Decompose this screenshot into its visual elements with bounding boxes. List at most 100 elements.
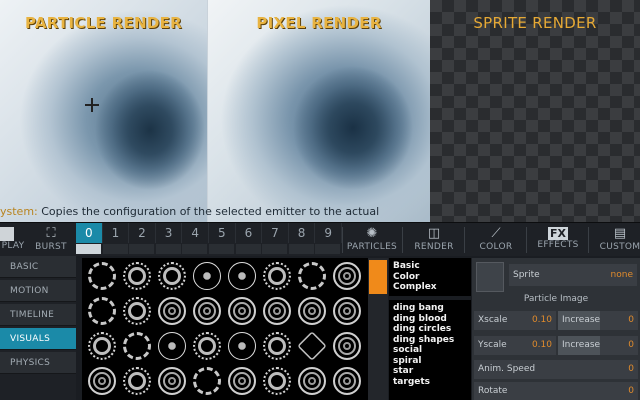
y-increase-field[interactable]: Increase 0 <box>558 336 638 355</box>
emitter-tab-9[interactable]: 9 <box>315 223 342 243</box>
emitter-tab-5[interactable]: 5 <box>209 223 236 243</box>
side-item-timeline[interactable]: TIMELINE <box>0 304 76 326</box>
particle-shape-thumbnail[interactable] <box>298 367 326 395</box>
category-item[interactable]: Complex <box>393 282 467 293</box>
particle-shape-thumbnail[interactable] <box>193 297 221 325</box>
shape-set-item[interactable]: star <box>393 366 467 377</box>
particle-shape-thumbnail[interactable] <box>228 332 256 360</box>
side-item-motion[interactable]: MOTION <box>0 280 76 302</box>
particle-shape-grid[interactable] <box>82 258 368 400</box>
x-increase-field[interactable]: Increase 0 <box>558 311 638 330</box>
particle-shape-thumbnail[interactable] <box>88 297 116 325</box>
burst-button[interactable]: ⛶ BURST <box>30 223 72 257</box>
particle-shape-thumbnail[interactable] <box>297 331 327 361</box>
particle-render-viewport[interactable]: PARTICLE RENDER <box>0 0 207 222</box>
emitter-tab-3[interactable]: 3 <box>156 223 183 243</box>
shape-set-item[interactable]: ding bang <box>393 303 467 314</box>
particle-shape-thumbnail[interactable] <box>158 297 186 325</box>
rotate-field[interactable]: Rotate 0 <box>474 382 638 400</box>
particles-label: PARTICLES <box>346 242 398 252</box>
shape-set-item[interactable]: ding circles <box>393 324 467 335</box>
shape-set-item[interactable]: spiral <box>393 356 467 367</box>
particle-shape-thumbnail[interactable] <box>193 262 221 290</box>
particle-shape-thumbnail[interactable] <box>158 332 186 360</box>
particle-shape-thumbnail[interactable] <box>263 332 291 360</box>
category-scroll-thumb[interactable] <box>369 260 387 294</box>
emitter-tab-6[interactable]: 6 <box>236 223 263 243</box>
crosshair-cursor-icon <box>85 98 99 112</box>
shape-set-item[interactable]: ding shapes <box>393 335 467 346</box>
side-item-visuals[interactable]: VISUALS <box>0 328 76 350</box>
particle-shape-thumbnail[interactable] <box>193 332 221 360</box>
particle-shape-thumbnail[interactable] <box>88 367 116 395</box>
particle-shape-thumbnail[interactable] <box>88 262 116 290</box>
sprite-render-viewport[interactable]: SPRITE RENDER <box>430 0 640 222</box>
yscale-field[interactable]: Yscale 0.10 <box>474 336 556 355</box>
side-item-physics[interactable]: PHYSICS <box>0 352 76 374</box>
particle-shape-thumbnail[interactable] <box>158 262 186 290</box>
play-label: PLAY <box>1 241 25 251</box>
emitter-indicator-5 <box>209 244 234 254</box>
effects-button[interactable]: FX EFFECTS <box>528 223 588 257</box>
play-button[interactable]: PLAY <box>0 223 26 257</box>
particle-shape-thumbnail[interactable] <box>228 297 256 325</box>
anim-speed-field[interactable]: Anim. Speed 0 <box>474 360 638 379</box>
render-button[interactable]: ◫ RENDER <box>404 223 464 257</box>
yscale-label: Yscale <box>478 340 507 350</box>
xscale-field[interactable]: Xscale 0.10 <box>474 311 556 330</box>
color-button[interactable]: ⟋ COLOR <box>466 223 526 257</box>
emitter-tab-0[interactable]: 0 <box>76 223 103 243</box>
x-increase-value: 0 <box>628 315 634 325</box>
emitter-indicator-0 <box>76 244 101 254</box>
particle-shape-thumbnail[interactable] <box>263 367 291 395</box>
emitter-tab-4[interactable]: 4 <box>182 223 209 243</box>
color-curve-icon: ⟋ <box>491 226 501 241</box>
sprite-thumbnail[interactable] <box>476 262 504 292</box>
particle-shape-thumbnail[interactable] <box>298 262 326 290</box>
sprite-field[interactable]: Sprite none <box>509 264 637 286</box>
category-item[interactable]: Color <box>393 272 467 283</box>
particle-shape-thumbnail[interactable] <box>123 367 151 395</box>
custom-label: CUSTOM <box>599 242 640 252</box>
particle-shape-thumbnail[interactable] <box>263 297 291 325</box>
shape-set-item[interactable]: targets <box>393 377 467 388</box>
side-item-basic[interactable]: BASIC <box>0 256 76 278</box>
particle-shape-thumbnail[interactable] <box>123 297 151 325</box>
shape-set-item[interactable]: ding blood <box>393 314 467 325</box>
particle-shape-thumbnail[interactable] <box>298 297 326 325</box>
particle-shape-thumbnail[interactable] <box>88 332 116 360</box>
rotate-value: 0 <box>628 386 634 396</box>
pixel-render-viewport[interactable]: PIXEL RENDER <box>208 0 430 222</box>
x-increase-label: Increase <box>562 315 601 325</box>
emitter-indicator-9 <box>315 244 341 254</box>
particle-shape-thumbnail[interactable] <box>158 367 186 395</box>
sprite-label: Sprite <box>513 270 540 280</box>
particle-shape-thumbnail[interactable] <box>333 332 361 360</box>
particle-shape-thumbnail[interactable] <box>228 367 256 395</box>
anim-speed-label: Anim. Speed <box>478 364 536 374</box>
particle-shape-thumbnail[interactable] <box>228 262 256 290</box>
particle-shape-thumbnail[interactable] <box>193 367 221 395</box>
particle-shape-thumbnail[interactable] <box>123 332 151 360</box>
particle-shape-thumbnail[interactable] <box>123 262 151 290</box>
particle-shape-thumbnail[interactable] <box>263 262 291 290</box>
category-item[interactable]: Basic <box>393 261 467 272</box>
emitter-tab-7[interactable]: 7 <box>262 223 289 243</box>
toolbar-divider <box>588 227 589 253</box>
particles-button[interactable]: ✺ PARTICLES <box>344 223 400 257</box>
xscale-value: 0.10 <box>531 315 552 325</box>
particle-editor-app: PARTICLE RENDER PIXEL RENDER SPRITE REND… <box>0 0 640 400</box>
particle-shape-thumbnail[interactable] <box>333 367 361 395</box>
particle-preview-image <box>0 0 207 222</box>
emitter-tab-8[interactable]: 8 <box>289 223 316 243</box>
emitter-tabs: 0 1 2 3 4 5 6 7 8 9 <box>76 223 342 257</box>
particle-image-panel: Sprite none Particle Image Xscale 0.10 I… <box>472 258 640 400</box>
custom-button[interactable]: ▤ CUSTOM <box>590 223 640 257</box>
emitter-tab-1[interactable]: 1 <box>103 223 130 243</box>
particle-shape-thumbnail[interactable] <box>333 297 361 325</box>
emitter-tab-2[interactable]: 2 <box>129 223 156 243</box>
shape-set-item[interactable]: social <box>393 345 467 356</box>
custom-icon: ▤ <box>613 226 627 241</box>
particle-shape-thumbnail[interactable] <box>333 262 361 290</box>
xscale-label: Xscale <box>478 315 508 325</box>
